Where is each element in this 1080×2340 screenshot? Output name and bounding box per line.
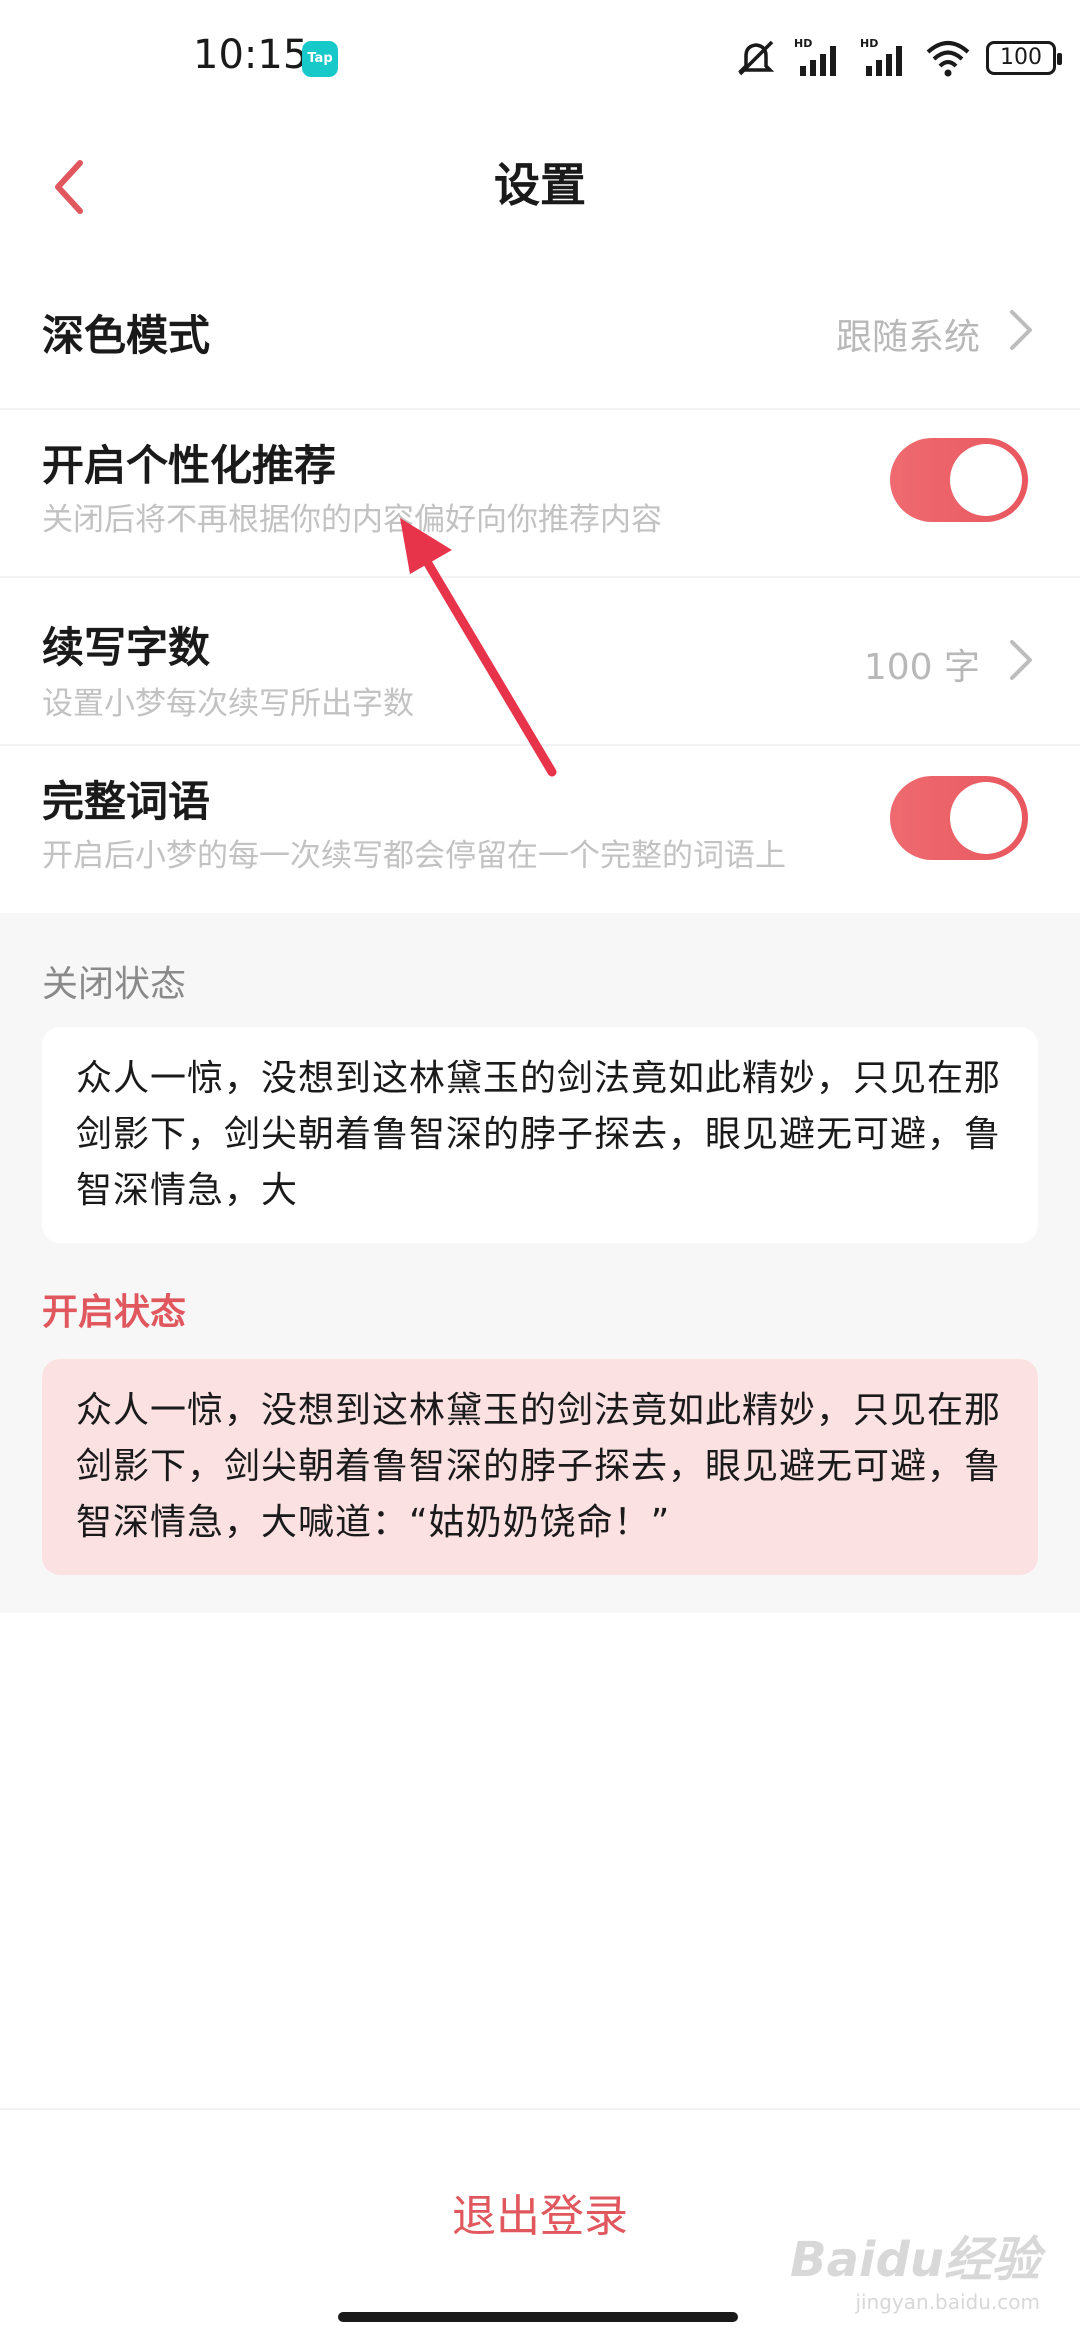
tap-app-icon: Tap [302,41,338,77]
off-state-label: 关闭状态 [42,964,187,1005]
wifi-icon [926,41,970,77]
svg-text:HD: HD [860,37,878,50]
chevron-right-icon [1010,640,1032,680]
baidu-watermark: Baidu经验 jingyan.baidu.com [790,2220,1040,2314]
svg-text:HD: HD [794,37,812,50]
watermark-url: jingyan.baidu.com [855,2290,1040,2314]
off-state-card: 众人一惊，没想到这林黛玉的剑法竟如此精妙，只见在那剑影下，剑尖朝着鲁智深的脖子探… [42,1027,1038,1243]
setting-title: 完整词语 [42,777,211,826]
setting-value: 跟随系统 [835,317,980,358]
watermark-logo: Baidu经验 [790,2232,1040,2288]
mute-icon [737,40,775,76]
hd-signal-icon: HD [860,37,902,76]
annotation-arrow-icon [400,518,557,777]
hd-signal-icon: HD [794,37,836,76]
toggle-knob [950,444,1022,516]
setting-subtitle: 设置小梦每次续写所出字数 [42,686,414,722]
setting-subtitle: 开启后小梦的每一次续写都会停留在一个完整的词语上 [42,838,786,874]
on-state-label: 开启状态 [42,1292,187,1333]
preview-section: 关闭状态 众人一惊，没想到这林黛玉的剑法竟如此精妙，只见在那剑影下，剑尖朝着鲁智… [0,913,1080,1613]
app-header: 设置 [0,120,1080,250]
on-state-card: 众人一惊，没想到这林黛玉的剑法竟如此精妙，只见在那剑影下，剑尖朝着鲁智深的脖子探… [42,1359,1038,1575]
toggle-knob [950,782,1022,854]
battery-icon: 100 [986,41,1062,75]
complete-words-toggle[interactable] [890,776,1028,860]
setting-title: 开启个性化推荐 [42,441,337,490]
page-title: 设置 [494,158,586,212]
setting-value: 100 字 [863,647,980,688]
personalized-toggle[interactable] [890,438,1028,522]
setting-title: 深色模式 [42,311,211,360]
chevron-right-icon [1010,310,1032,350]
setting-title: 续写字数 [42,623,211,672]
status-icons: HD HD 100 [734,36,1062,80]
setting-dark-mode[interactable]: 深色模式 跟随系统 [0,250,1080,410]
status-bar: 10:15 Tap HD HD 100 [0,0,1080,120]
home-indicator[interactable] [338,2312,738,2322]
status-time: 10:15 [193,32,309,78]
